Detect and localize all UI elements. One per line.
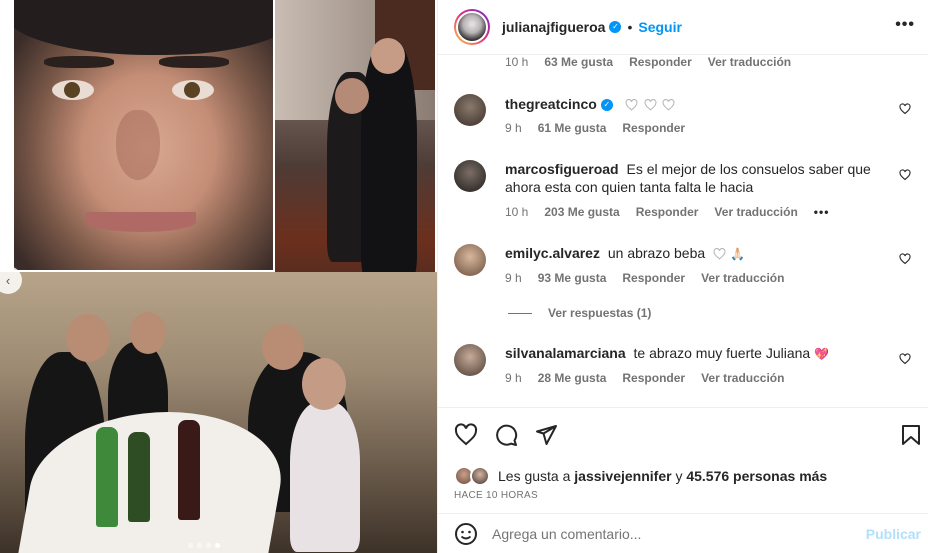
comment-likes-count[interactable]: 203 Me gusta — [544, 205, 619, 219]
comment-item: marcosfigueroad Es el mejor de los consu… — [454, 160, 913, 222]
commenter-avatar[interactable] — [454, 344, 486, 376]
heart-emoji-icon — [644, 99, 657, 111]
comment-more-icon[interactable]: ••• — [814, 205, 830, 219]
carousel-indicator — [188, 543, 220, 548]
comment-meta-row: 9 h 28 Me gusta Responder Ver traducción — [505, 371, 800, 385]
comment-body: thegreatcinco ✓ — [505, 95, 899, 113]
translate-button[interactable]: Ver traducción — [701, 371, 784, 385]
comment-likes-count[interactable]: 63 Me gusta — [544, 55, 613, 69]
reply-button[interactable]: Responder — [629, 55, 692, 69]
heart-emoji-icon — [713, 248, 726, 260]
comment-meta-row: 9 h 93 Me gusta Responder Ver traducción — [505, 271, 800, 285]
likes-summary[interactable]: Les gusta a jassivejennifer y 45.576 per… — [454, 466, 827, 486]
translate-button[interactable]: Ver traducción — [714, 205, 797, 219]
reply-button[interactable]: Responder — [636, 205, 699, 219]
comment-text: te abrazo muy fuerte Juliana — [633, 345, 811, 361]
heart-emoji-icon — [663, 99, 675, 111]
more-options-icon[interactable]: ••• — [895, 16, 915, 34]
comment-likes-count[interactable]: 93 Me gusta — [538, 271, 607, 285]
post-side-panel: julianajfigueroa ✓ • Seguir ••• 10 h 63 … — [437, 0, 928, 553]
heart-emoji-icon — [625, 99, 638, 111]
commenter-username[interactable]: marcosfigueroad — [505, 161, 619, 177]
comment-time: 9 h — [505, 371, 522, 385]
comment-likes-count[interactable]: 61 Me gusta — [538, 121, 607, 135]
verified-badge-icon: ✓ — [600, 99, 613, 112]
likes-count[interactable]: 45.576 personas más — [686, 468, 827, 484]
view-replies-label: Ver respuestas (1) — [548, 306, 652, 320]
likes-prefix: Les gusta a — [498, 468, 571, 484]
translate-button[interactable]: Ver traducción — [701, 271, 784, 285]
follow-button[interactable]: Seguir — [638, 19, 682, 35]
comment-time: 10 h — [505, 205, 529, 219]
photo-closeup-face — [14, 0, 273, 270]
commenter-username[interactable]: silvanalamarciana — [505, 345, 626, 361]
share-icon[interactable] — [534, 423, 558, 447]
commenter-avatar[interactable] — [454, 94, 486, 126]
author-username[interactable]: julianajfigueroa — [502, 19, 605, 35]
publish-button[interactable]: Publicar — [866, 526, 921, 542]
comment-item: thegreatcinco ✓ 9 h 61 Me gusta Responder — [454, 94, 913, 144]
add-comment-bar: Publicar — [438, 513, 928, 553]
like-comment-heart-icon[interactable] — [899, 169, 911, 181]
comment-text: un abrazo beba — [607, 245, 706, 261]
translate-button[interactable]: Ver traducción — [708, 55, 791, 69]
post-time-ago[interactable]: HACE 10 HORAS — [454, 490, 538, 501]
post-media[interactable]: ‹ — [0, 0, 437, 553]
commenter-username[interactable]: emilyc.alvarez — [505, 245, 600, 261]
photo-couple-hug — [275, 0, 435, 300]
like-comment-heart-icon[interactable] — [899, 353, 911, 365]
commenter-avatar[interactable] — [454, 160, 486, 192]
likes-connector: y — [675, 468, 683, 484]
comment-body: emilyc.alvarez un abrazo beba 🙏🏻 — [505, 244, 899, 263]
post-actions: Les gusta a jassivejennifer y 45.576 per… — [438, 407, 928, 513]
bookmark-icon[interactable] — [899, 423, 923, 447]
comment-input[interactable] — [492, 525, 852, 542]
comment-meta-row: 9 h 61 Me gusta Responder — [505, 121, 701, 135]
praying-hands-emoji-icon: 🙏🏻 — [729, 247, 745, 261]
comment-time: 9 h — [505, 121, 522, 135]
heart-icon[interactable] — [454, 423, 478, 447]
post-header: julianajfigueroa ✓ • Seguir ••• — [438, 0, 928, 55]
like-comment-heart-icon[interactable] — [899, 103, 911, 115]
comment-icon[interactable] — [494, 423, 518, 447]
comment-body: marcosfigueroad Es el mejor de los consu… — [505, 160, 899, 196]
separator-dot: • — [627, 19, 633, 35]
like-comment-heart-icon[interactable] — [899, 253, 911, 265]
view-replies-button[interactable]: Ver respuestas (1) — [508, 306, 651, 320]
comment-body: silvanalamarciana te abrazo muy fuerte J… — [505, 344, 899, 363]
replies-divider — [508, 312, 532, 314]
liker-username[interactable]: jassivejennifer — [574, 468, 671, 484]
comment-meta-row: 10 h 63 Me gusta Responder Ver traducció… — [505, 55, 807, 69]
sparkling-heart-emoji-icon: 💖 — [814, 347, 830, 361]
author-avatar[interactable] — [454, 9, 490, 45]
comments-list[interactable]: 10 h 63 Me gusta Responder Ver traducció… — [438, 55, 928, 407]
comment-time: 9 h — [505, 271, 522, 285]
reply-button[interactable]: Responder — [622, 371, 685, 385]
comment-item: silvanalamarciana te abrazo muy fuerte J… — [454, 344, 913, 394]
photo-family-dinner — [0, 272, 437, 553]
comment-meta-row: 10 h 203 Me gusta Responder Ver traducci… — [505, 205, 845, 219]
emoji-icon[interactable] — [454, 522, 478, 546]
comment-likes-count[interactable]: 28 Me gusta — [538, 371, 607, 385]
commenter-username[interactable]: thegreatcinco — [505, 96, 597, 112]
comment-time: 10 h — [505, 55, 529, 69]
liker-avatars — [454, 466, 494, 486]
verified-badge-icon: ✓ — [609, 21, 622, 33]
reply-button[interactable]: Responder — [622, 271, 685, 285]
reply-button[interactable]: Responder — [622, 121, 685, 135]
commenter-avatar[interactable] — [454, 244, 486, 276]
